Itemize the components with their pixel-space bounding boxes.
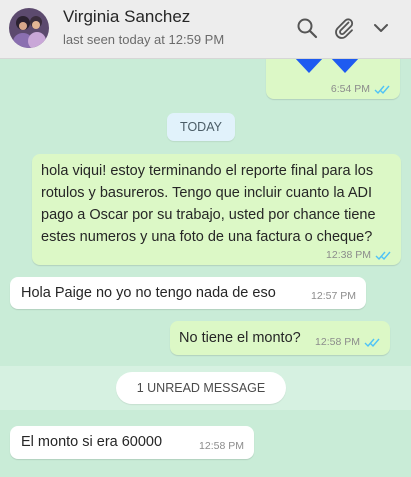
read-ticks-icon bbox=[364, 338, 380, 347]
paperclip-icon[interactable] bbox=[332, 16, 356, 40]
message-text: hola viqui! estoy terminando el reporte … bbox=[41, 163, 376, 245]
last-seen-status: last seen today at 12:59 PM bbox=[63, 32, 225, 47]
avatar[interactable] bbox=[9, 8, 49, 48]
date-divider: TODAY bbox=[167, 113, 235, 141]
contact-name[interactable]: Virginia Sanchez bbox=[63, 7, 190, 27]
message-time: 12:38 PM bbox=[326, 249, 371, 261]
message-bubble-incoming[interactable]: Hola Paige no yo no tengo nada de eso 12… bbox=[10, 277, 366, 309]
blue-heart-icon bbox=[295, 59, 359, 73]
message-time: 12:58 PM bbox=[315, 336, 360, 348]
message-bubble-outgoing[interactable]: hola viqui! estoy terminando el reporte … bbox=[32, 154, 401, 265]
chat-header: Virginia Sanchez last seen today at 12:5… bbox=[0, 0, 411, 59]
read-ticks-icon bbox=[374, 85, 390, 94]
message-bubble-outgoing[interactable]: No tiene el monto? 12:58 PM bbox=[170, 321, 390, 355]
search-icon[interactable] bbox=[295, 16, 319, 40]
message-bubble-outgoing[interactable]: 6:54 PM bbox=[266, 59, 400, 99]
message-text: No tiene el monto? bbox=[179, 330, 301, 346]
message-text: Hola Paige no yo no tengo nada de eso bbox=[21, 285, 276, 301]
message-bubble-incoming[interactable]: El monto si era 60000 12:58 PM bbox=[10, 426, 254, 459]
message-time: 12:58 PM bbox=[199, 440, 244, 452]
message-time: 6:54 PM bbox=[330, 83, 370, 95]
chevron-down-icon[interactable] bbox=[369, 16, 393, 40]
message-list[interactable]: 6:54 PM TODAY hola viqui! estoy terminan… bbox=[0, 59, 411, 477]
unread-messages-divider: 1 UNREAD MESSAGE bbox=[116, 372, 286, 404]
message-time: 12:57 PM bbox=[311, 290, 356, 302]
read-ticks-icon bbox=[375, 251, 391, 260]
message-text: El monto si era 60000 bbox=[21, 434, 163, 450]
